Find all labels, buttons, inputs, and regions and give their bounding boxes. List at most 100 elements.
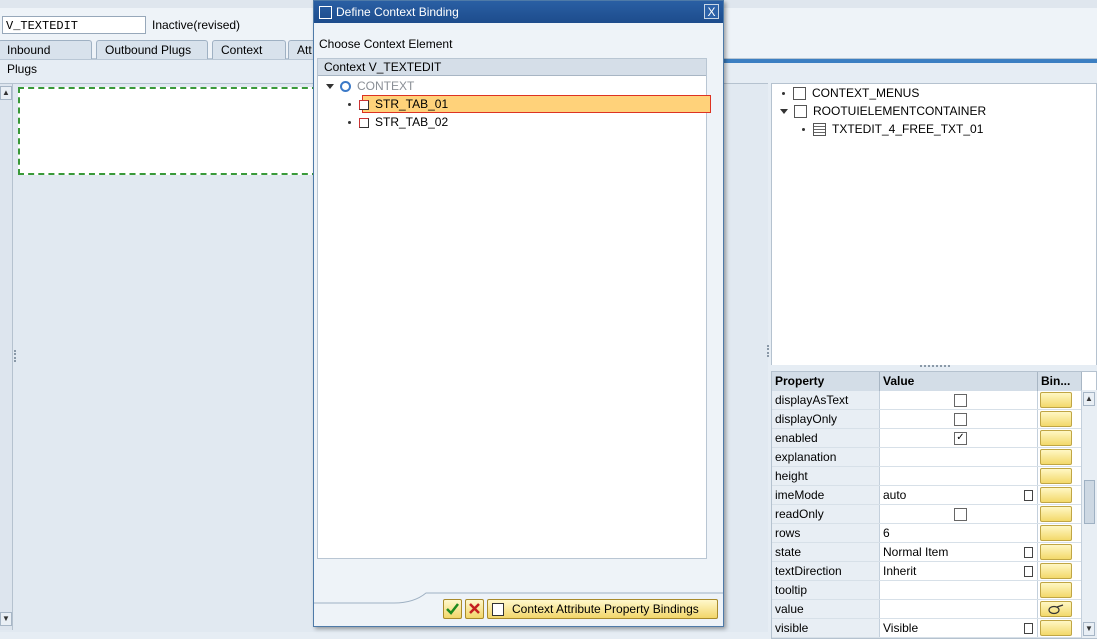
property-value-text: Normal Item (883, 545, 949, 559)
property-table: Property Value Bin... displayAsText displ… (771, 371, 1097, 639)
column-header-property[interactable]: Property (772, 372, 880, 391)
property-value[interactable]: ✓ (880, 429, 1038, 447)
context-node-str-tab-02[interactable]: STR_TAB_02 (318, 113, 706, 131)
checkbox[interactable] (954, 413, 967, 426)
binding-button[interactable] (1040, 430, 1072, 446)
context-attribute-property-bindings-button[interactable]: Context Attribute Property Bindings (487, 599, 718, 619)
binding-button[interactable] (1040, 620, 1072, 636)
property-name: textDirection (772, 562, 880, 580)
property-value[interactable] (880, 391, 1038, 409)
choose-context-element-label: Choose Context Element (319, 37, 453, 51)
property-row[interactable]: readOnly (772, 505, 1082, 524)
property-row[interactable]: tooltip (772, 581, 1082, 600)
binding-button[interactable] (1040, 468, 1072, 484)
context-node-icon (340, 81, 351, 93)
property-value[interactable] (880, 600, 1038, 618)
property-name: displayOnly (772, 410, 880, 428)
horizontal-splitter-handle[interactable] (920, 365, 950, 370)
property-name: explanation (772, 448, 880, 466)
binding-button[interactable] (1040, 449, 1072, 465)
context-root-node[interactable]: CONTEXT (318, 77, 706, 95)
property-value[interactable]: 6 (880, 524, 1038, 542)
structure-node-icon (359, 117, 369, 128)
context-node-str-tab-01[interactable]: STR_TAB_01 (318, 95, 706, 113)
tree-node-label: CONTEXT_MENUS (812, 86, 920, 100)
tab-inbound-plugs[interactable]: Inbound Plugs (0, 40, 92, 76)
scroll-down-button[interactable]: ▼ (0, 612, 12, 626)
checkbox[interactable] (954, 508, 967, 521)
binding-bound-icon[interactable] (1040, 601, 1072, 617)
property-value[interactable] (880, 410, 1038, 428)
scroll-up-button[interactable]: ▲ (1083, 392, 1095, 406)
column-header-value[interactable]: Value (880, 372, 1038, 391)
property-row[interactable]: imeMode auto (772, 486, 1082, 505)
property-value-text: auto (883, 488, 907, 502)
binding-button[interactable] (1040, 563, 1072, 579)
property-value[interactable]: auto (880, 486, 1038, 504)
column-header-binding[interactable]: Bin... (1038, 372, 1082, 391)
binding-button[interactable] (1040, 392, 1072, 408)
binding-button[interactable] (1040, 506, 1072, 522)
property-value[interactable] (880, 467, 1038, 485)
binding-button[interactable] (1040, 525, 1072, 541)
close-icon[interactable]: X (704, 4, 719, 19)
property-row[interactable]: value (772, 600, 1082, 619)
context-node-label: STR_TAB_01 (375, 97, 449, 111)
tree-node-root-container[interactable]: ROOTUIELEMENTCONTAINER (780, 102, 986, 120)
cancel-icon[interactable] (465, 599, 484, 619)
property-row[interactable]: visible Visible (772, 619, 1082, 638)
property-value-text: Visible (883, 621, 919, 635)
property-row[interactable]: rows 6 (772, 524, 1082, 543)
property-name: state (772, 543, 880, 561)
property-row[interactable]: state Normal Item (772, 543, 1082, 562)
structure-node-icon (359, 99, 369, 110)
property-row[interactable]: textDirection Inherit (772, 562, 1082, 581)
scroll-thumb[interactable] (1084, 480, 1095, 524)
property-row[interactable]: displayOnly (772, 410, 1082, 429)
binding-button[interactable] (1040, 582, 1072, 598)
property-name: readOnly (772, 505, 880, 523)
layout-vertical-scrollbar[interactable]: ▲ ▼ (0, 84, 13, 630)
checked-checkbox-icon[interactable]: ✓ (954, 432, 967, 445)
expand-triangle-icon[interactable] (326, 84, 334, 90)
property-value[interactable] (880, 448, 1038, 466)
dropdown-list-icon[interactable] (1024, 623, 1033, 634)
property-row[interactable]: height (772, 467, 1082, 486)
checkmark-icon[interactable] (443, 599, 462, 619)
property-row[interactable]: enabled ✓ (772, 429, 1082, 448)
dialog-title-bar[interactable]: Define Context Binding X (314, 1, 723, 23)
property-row[interactable]: displayAsText (772, 391, 1082, 410)
property-value[interactable]: Visible (880, 619, 1038, 637)
binding-button[interactable] (1040, 487, 1072, 503)
property-value[interactable]: Inherit (880, 562, 1038, 580)
tree-node-textedit[interactable]: TXTEDIT_4_FREE_TXT_01 (802, 120, 983, 138)
scroll-up-button[interactable]: ▲ (0, 86, 12, 100)
expand-triangle-icon[interactable] (780, 109, 788, 115)
textedit-element-preview[interactable] (18, 87, 318, 175)
active-area-line (720, 59, 1097, 63)
checkbox[interactable] (954, 394, 967, 407)
scroll-down-button[interactable]: ▼ (1083, 622, 1095, 636)
tree-node-context-menus[interactable]: CONTEXT_MENUS (782, 84, 919, 102)
property-value-text: Inherit (883, 564, 917, 578)
property-row[interactable]: explanation (772, 448, 1082, 467)
container-box-icon (794, 105, 807, 119)
binding-doc-icon (492, 603, 504, 617)
property-value[interactable] (880, 505, 1038, 523)
dropdown-list-icon[interactable] (1024, 490, 1033, 501)
property-value[interactable]: Normal Item (880, 543, 1038, 561)
property-name: height (772, 467, 880, 485)
tab-outbound-plugs[interactable]: Outbound Plugs (96, 40, 208, 59)
property-name: displayAsText (772, 391, 880, 409)
tab-context[interactable]: Context (212, 40, 286, 59)
tree-node-label: ROOTUIELEMENTCONTAINER (813, 104, 987, 118)
view-name-field[interactable]: V_TEXTEDIT (2, 16, 146, 34)
property-name: enabled (772, 429, 880, 447)
binding-button[interactable] (1040, 544, 1072, 560)
splitter-handle-left[interactable] (14, 350, 19, 362)
property-name: rows (772, 524, 880, 542)
binding-button[interactable] (1040, 411, 1072, 427)
dropdown-list-icon[interactable] (1024, 547, 1033, 558)
dropdown-list-icon[interactable] (1024, 566, 1033, 577)
property-value[interactable] (880, 581, 1038, 599)
